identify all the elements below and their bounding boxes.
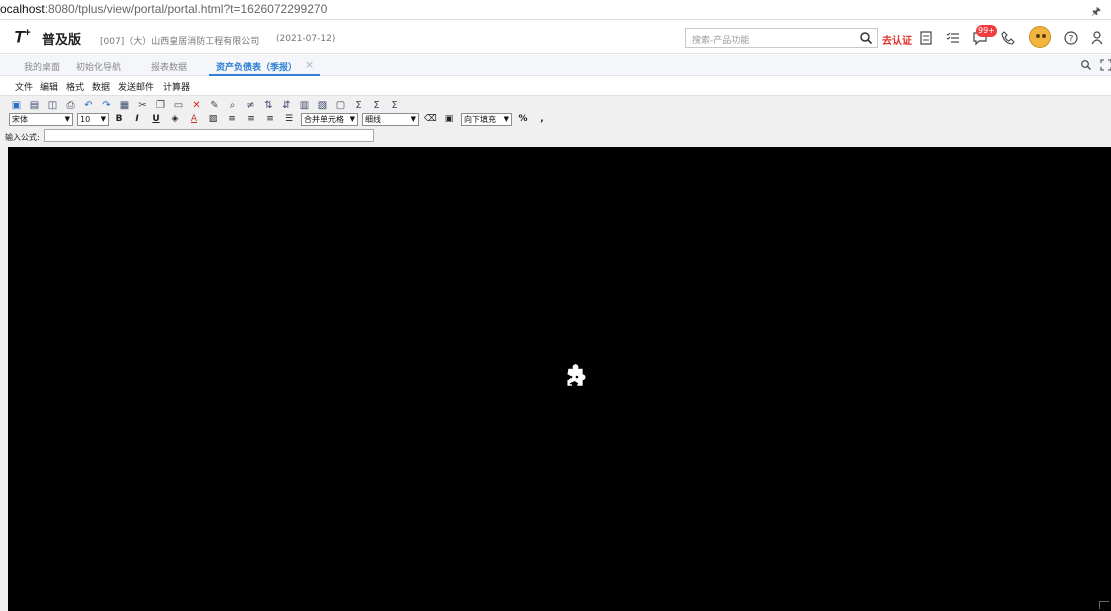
print-preview-icon[interactable]: ◫: [46, 99, 59, 112]
menu-bar: 文件 编辑 格式 数据 发送邮件 计算器: [0, 77, 1111, 94]
eraser-icon[interactable]: ⌫: [424, 113, 437, 126]
wrap-icon[interactable]: ☰: [283, 113, 295, 126]
tab-my-desktop[interactable]: 我的桌面: [24, 60, 60, 73]
font-color-icon[interactable]: A: [188, 113, 200, 126]
merge-cells-select[interactable]: 合并单元格 ▼: [301, 113, 358, 126]
redo-icon[interactable]: ↷: [100, 99, 113, 112]
url-path: :8080/tplus/view/portal/portal.html?t=16…: [44, 2, 328, 16]
fill-color-icon[interactable]: ◈: [169, 113, 181, 126]
user-avatar[interactable]: [1029, 26, 1051, 48]
align-right-icon[interactable]: ≡: [264, 113, 276, 126]
company-name: [007]（大）山西皇居消防工程有限公司: [100, 37, 260, 47]
close-tab-icon[interactable]: ×: [305, 58, 314, 71]
format-brush-icon[interactable]: ✎: [208, 99, 221, 112]
resize-corner[interactable]: [1099, 601, 1109, 609]
tplus-logo: T+: [14, 27, 31, 47]
login-date: (2021-07-12): [276, 34, 336, 44]
notification-badge: 99+: [976, 25, 997, 37]
calculator-icon[interactable]: [918, 30, 934, 46]
phone-icon[interactable]: [1000, 30, 1016, 46]
fullscreen-icon[interactable]: [1100, 59, 1111, 71]
sum-row-icon[interactable]: Σ: [370, 99, 383, 112]
formula-bar: 输入公式:: [0, 129, 1111, 147]
plugin-canvas[interactable]: [8, 147, 1111, 611]
url-text[interactable]: ocalhost:8080/tplus/view/portal/portal.h…: [0, 2, 327, 16]
percent-button[interactable]: %: [517, 113, 529, 126]
menu-send-mail[interactable]: 发送邮件: [118, 80, 154, 93]
task-list-icon[interactable]: [945, 30, 961, 46]
report-area: [0, 147, 1111, 611]
menu-format[interactable]: 格式: [66, 80, 84, 93]
delete-icon[interactable]: ✕: [190, 99, 203, 112]
sheet-icon[interactable]: ▢: [334, 99, 347, 112]
pin-icon[interactable]: 🖈︎: [1091, 3, 1101, 22]
underline-button[interactable]: U: [150, 113, 162, 126]
insert-row-icon[interactable]: ▥: [298, 99, 311, 112]
border-style-select[interactable]: 细线 ▼: [362, 113, 419, 126]
undo-icon[interactable]: ↶: [82, 99, 95, 112]
print-icon[interactable]: ⎙: [64, 99, 77, 112]
toolbar-row-1: ▣ ▤ ◫ ⎙ ↶ ↷ ▦ ✂ ❐ ▭ ✕ ✎ ⌕ ≠ ⇅ ⇵ ▥ ▧ ▢ Σ …: [10, 99, 401, 112]
grid-icon[interactable]: ▦: [118, 99, 131, 112]
save-as-icon[interactable]: ▤: [28, 99, 41, 112]
font-size-select[interactable]: 10 ▼: [77, 113, 109, 126]
verify-link[interactable]: 去认证: [882, 32, 912, 47]
replace-icon[interactable]: ≠: [244, 99, 257, 112]
user-icon[interactable]: [1089, 30, 1105, 46]
align-center-icon[interactable]: ≡: [245, 113, 257, 126]
address-bar[interactable]: ocalhost:8080/tplus/view/portal/portal.h…: [0, 0, 1111, 20]
toolbar: ▣ ▤ ◫ ⎙ ↶ ↷ ▦ ✂ ❐ ▭ ✕ ✎ ⌕ ≠ ⇅ ⇵ ▥ ▧ ▢ Σ …: [0, 95, 1111, 129]
fill-down-select[interactable]: 向下填充 ▼: [461, 113, 512, 126]
app-header: T+ 普及版 [007]（大）山西皇居消防工程有限公司 (2021-07-12)…: [0, 21, 1111, 54]
tab-bar: 我的桌面 初始化导航 报表数据 资产负债表（季报） ×: [0, 55, 1111, 76]
tab-report-data[interactable]: 报表数据: [151, 60, 187, 73]
paste-icon[interactable]: ▭: [172, 99, 185, 112]
cell-props-icon[interactable]: ▣: [443, 113, 455, 126]
menu-calculator[interactable]: 计算器: [163, 80, 190, 93]
font-family-select[interactable]: 宋体 ▼: [9, 113, 73, 126]
search-box[interactable]: 搜索-产品功能: [685, 28, 878, 48]
tab-balance-sheet[interactable]: 资产负债表（季报）: [216, 60, 297, 73]
italic-button[interactable]: I: [131, 113, 143, 126]
svg-text:?: ?: [1069, 35, 1074, 45]
formula-label: 输入公式:: [5, 133, 40, 142]
save-icon[interactable]: ▣: [10, 99, 23, 112]
url-host: ocalhost: [0, 2, 45, 16]
insert-col-icon[interactable]: ▧: [316, 99, 329, 112]
menu-edit[interactable]: 编辑: [40, 80, 58, 93]
plugin-missing-icon: [567, 364, 586, 386]
sort-desc-icon[interactable]: ⇵: [280, 99, 293, 112]
comma-button[interactable]: ,: [536, 113, 548, 126]
zoom-icon[interactable]: [1080, 59, 1092, 71]
tab-init-guide[interactable]: 初始化导航: [76, 60, 121, 73]
menu-file[interactable]: 文件: [15, 80, 33, 93]
active-tab-indicator: [209, 74, 320, 76]
border-icon[interactable]: ▨: [207, 113, 219, 126]
find-icon[interactable]: ⌕: [226, 99, 239, 112]
bold-button[interactable]: B: [113, 113, 125, 126]
sum-icon[interactable]: Σ: [352, 99, 365, 112]
menu-data[interactable]: 数据: [92, 80, 110, 93]
copy-icon[interactable]: ❐: [154, 99, 167, 112]
search-input[interactable]: 搜索-产品功能: [692, 33, 749, 46]
app-window: ocalhost:8080/tplus/view/portal/portal.h…: [0, 0, 1111, 611]
search-icon[interactable]: [859, 31, 873, 45]
sum-col-icon[interactable]: Σ: [388, 99, 401, 112]
cut-icon[interactable]: ✂: [136, 99, 149, 112]
edition-label: 普及版: [42, 33, 82, 48]
align-left-icon[interactable]: ≡: [226, 113, 238, 126]
help-icon[interactable]: ?: [1063, 30, 1079, 46]
formula-input[interactable]: [44, 129, 374, 142]
sort-asc-icon[interactable]: ⇅: [262, 99, 275, 112]
